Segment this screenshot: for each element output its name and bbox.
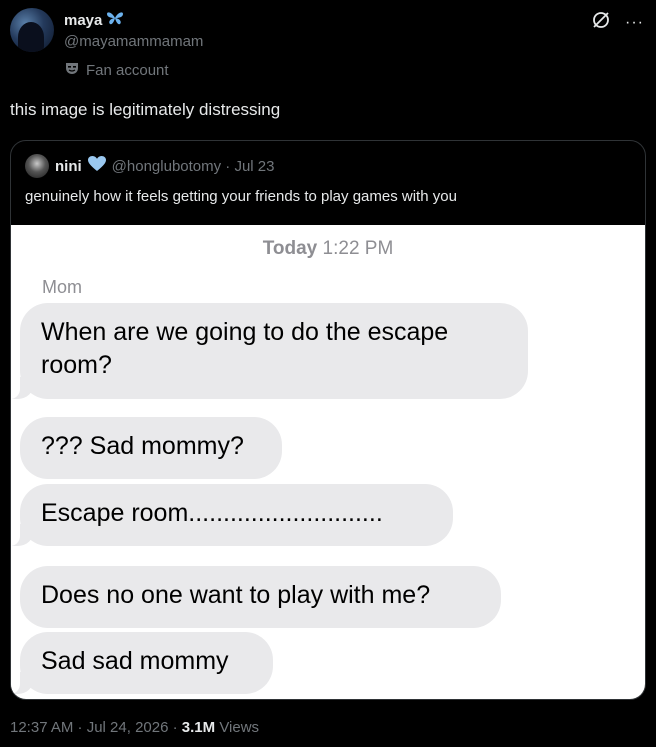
affiliation-text: Fan account: [86, 61, 169, 79]
imessage-sender: Mom: [42, 277, 82, 297]
imessage-screenshot[interactable]: Today 1:22 PM Mom When are we going to d…: [11, 225, 645, 699]
author-handle[interactable]: @mayamammamam: [64, 33, 203, 50]
author-avatar[interactable]: [10, 8, 54, 52]
quoted-author-name: nini: [55, 157, 82, 175]
imessage-day: Today: [262, 238, 318, 259]
top-actions: ···: [591, 10, 644, 35]
tweet-text: this image is legitimately distressing: [10, 100, 281, 119]
quoted-text: genuinely how it feels getting your frie…: [25, 188, 457, 205]
quoted-handle-date: @honglubotomy · Jul 23: [111, 157, 275, 175]
mask-icon: [64, 60, 80, 80]
imessage-time: 1:22 PM: [322, 238, 394, 259]
author-display-name[interactable]: maya: [64, 12, 102, 29]
quoted-tweet[interactable]: nini @honglubotomy · Jul 23 genuinely ho…: [10, 140, 646, 700]
quoted-header: nini @honglubotomy · Jul 23: [25, 154, 275, 178]
views-label: Views: [219, 719, 260, 736]
tweet-timestamp[interactable]: 12:37 AM · Jul 24, 2026 ·: [10, 719, 178, 736]
imessage-timestamp: Today 1:22 PM: [11, 238, 645, 260]
butterfly-icon: [106, 10, 124, 31]
more-icon[interactable]: ···: [625, 14, 644, 32]
message-bubble: Does no one want to play with me?: [20, 566, 501, 628]
message-bubble: Escape room............................: [11, 484, 453, 546]
message-bubble: ??? Sad mommy?: [20, 417, 282, 479]
quoted-avatar: [25, 154, 49, 178]
views-count: 3.1M: [181, 719, 216, 736]
message-bubble: Sad sad mommy: [11, 632, 273, 694]
message-bubble: When are we going to do the escape room?: [11, 303, 528, 399]
author-name-row: maya: [64, 10, 124, 31]
affiliation-label: Fan account: [64, 60, 169, 80]
grok-icon[interactable]: [591, 10, 611, 35]
heart-icon: [87, 156, 106, 176]
tweet-meta: 12:37 AM · Jul 24, 2026 · 3.1M Views: [10, 719, 259, 736]
